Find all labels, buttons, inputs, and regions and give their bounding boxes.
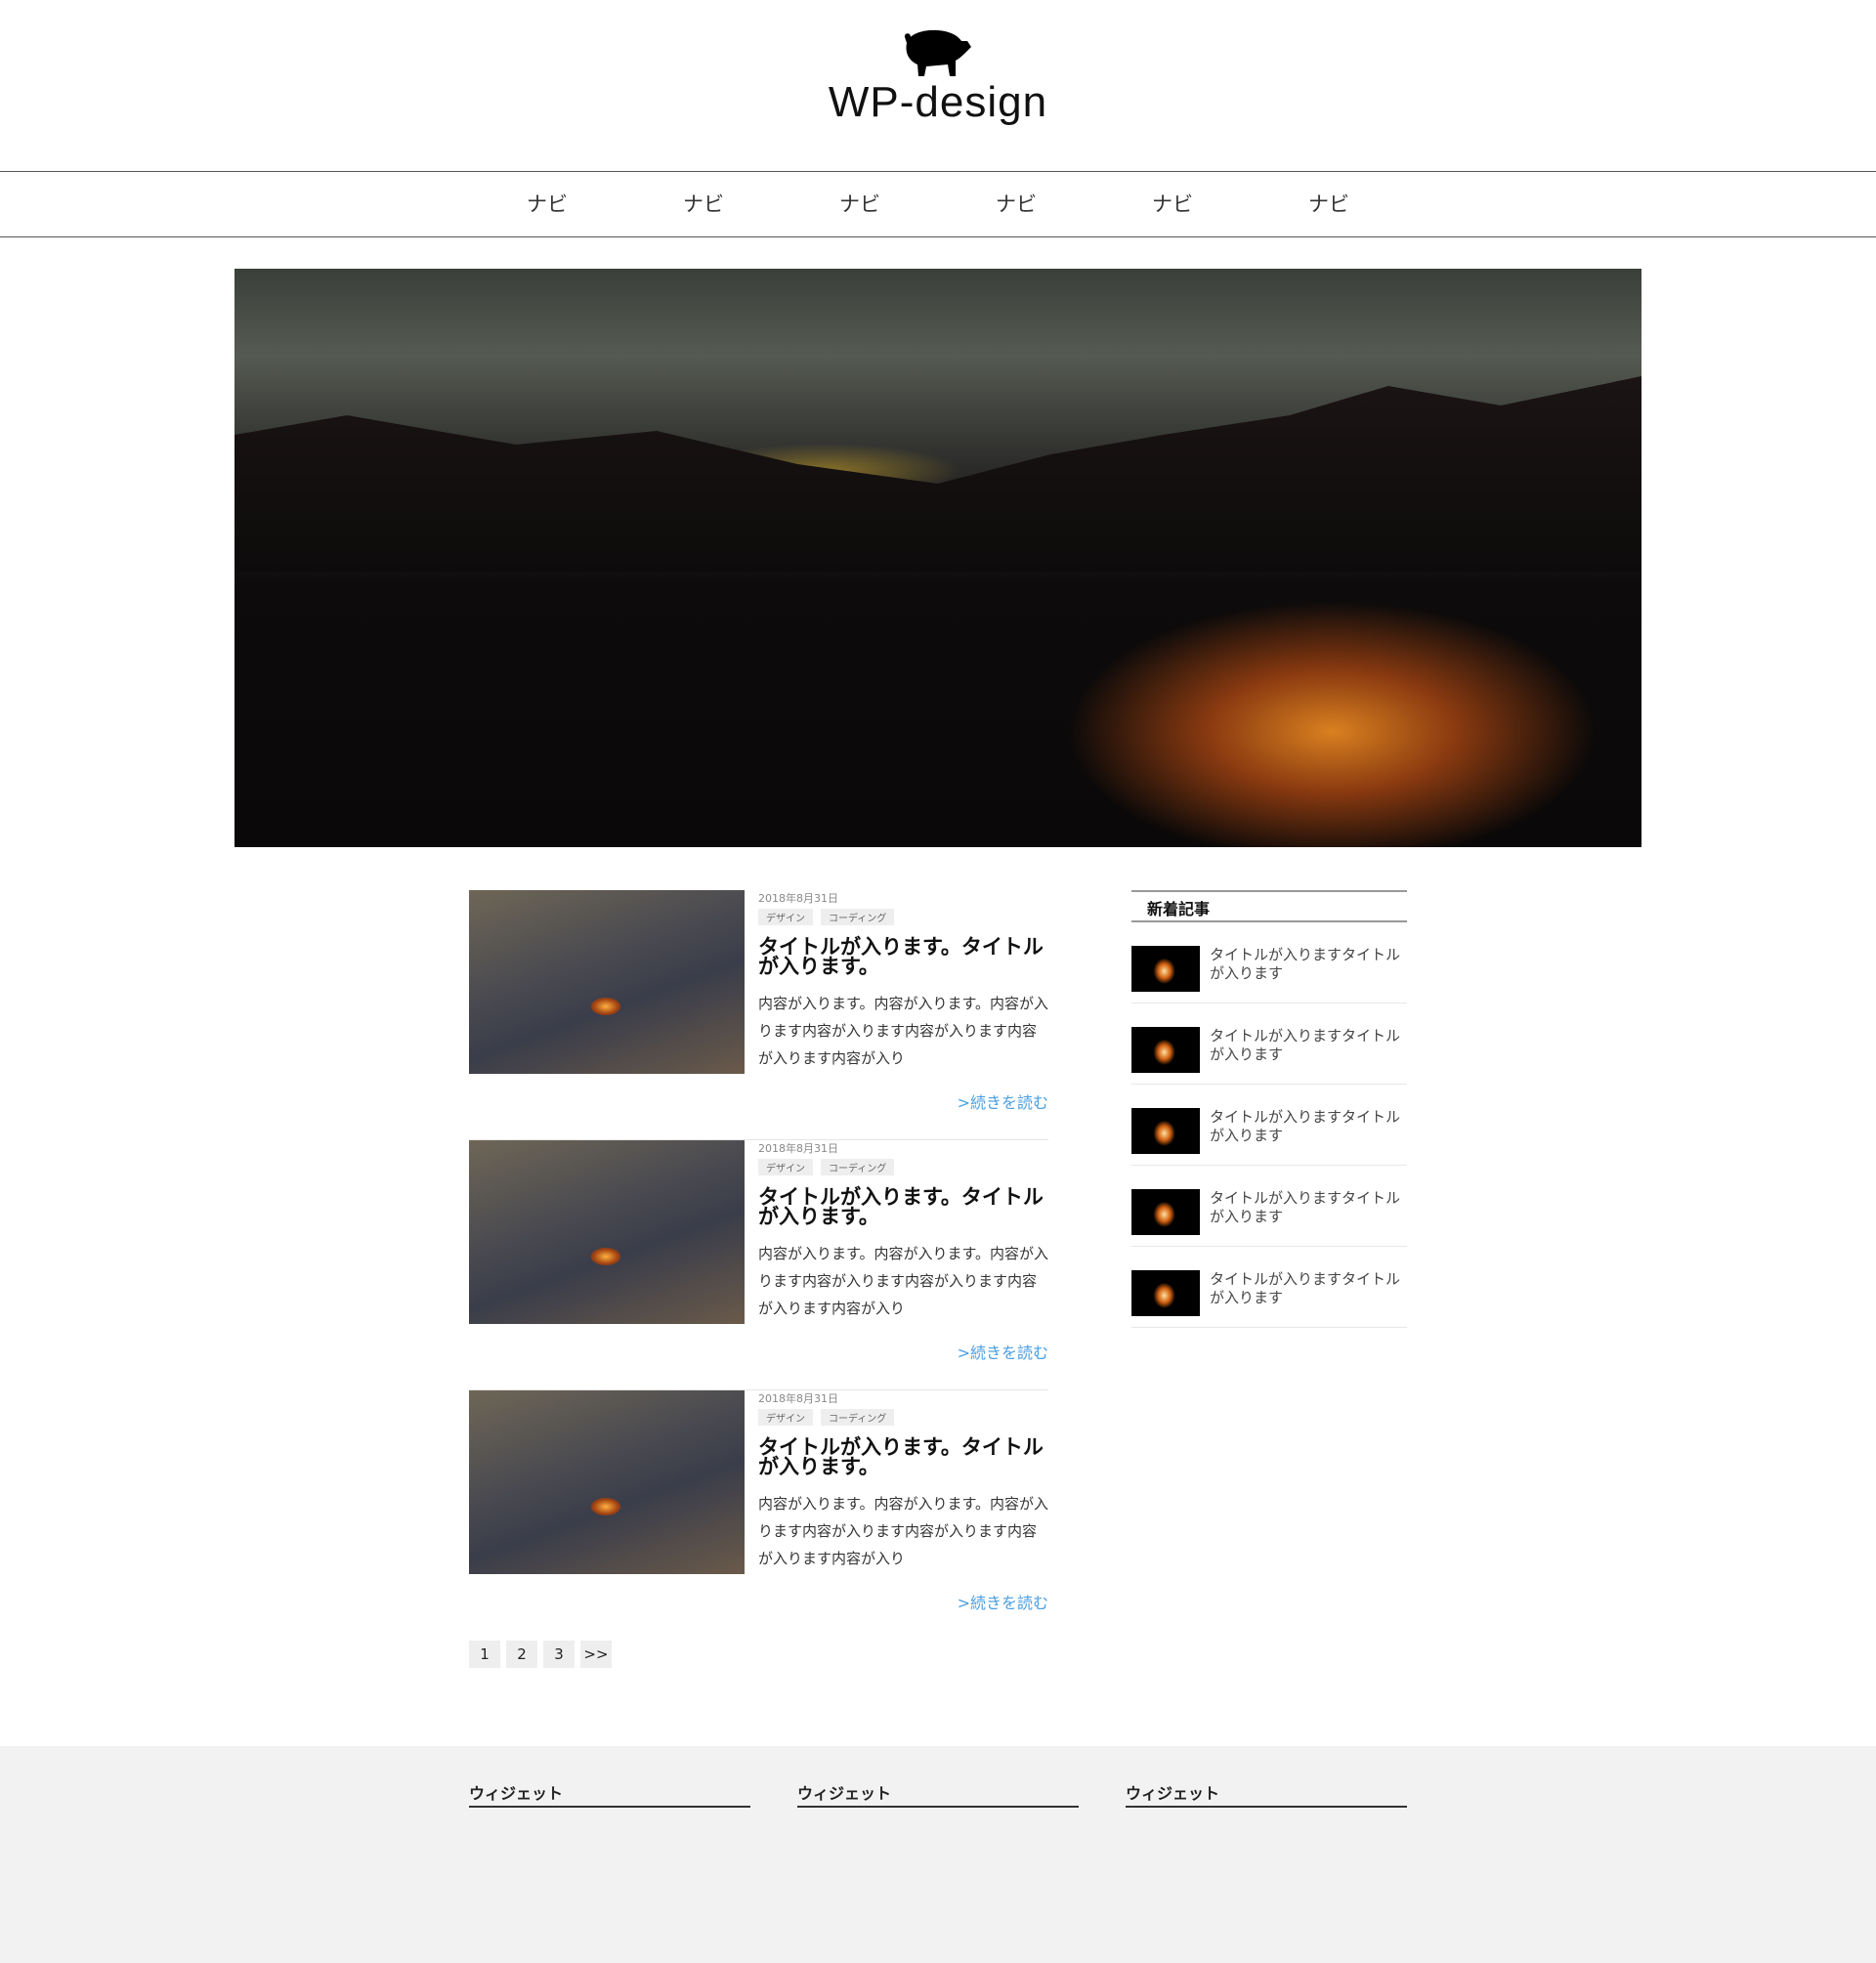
sidebar-recent-posts: 新着記事 タイトルが入りますタイトルが入ります タイトルが入りますタイトルが入り…: [1131, 890, 1407, 1328]
recent-post-item[interactable]: タイトルが入りますタイトルが入ります: [1131, 1247, 1407, 1328]
sidebar-title: 新着記事: [1131, 890, 1407, 922]
site-header: WP-design: [0, 0, 1876, 171]
recent-post-title[interactable]: タイトルが入りますタイトルが入ります: [1210, 1189, 1405, 1246]
recent-post-title[interactable]: タイトルが入りますタイトルが入ります: [1210, 1270, 1405, 1327]
recent-post-title[interactable]: タイトルが入りますタイトルが入ります: [1210, 1108, 1405, 1165]
post-title[interactable]: タイトルが入ります。タイトルが入ります。: [758, 937, 1048, 977]
post-list: 2018年8月31日 デザイン コーディング タイトルが入ります。タイトルが入りま…: [469, 890, 1048, 1668]
post-tag[interactable]: コーディング: [821, 1409, 895, 1426]
nav-item[interactable]: ナビ: [625, 172, 782, 236]
recent-post-thumbnail: [1131, 1189, 1200, 1235]
post-card: 2018年8月31日 デザイン コーディング タイトルが入ります。タイトルが入りま…: [469, 1390, 1048, 1621]
footer-widget-title: ウィジェット: [469, 1780, 750, 1808]
recent-post-thumbnail: [1131, 1108, 1200, 1154]
post-card: 2018年8月31日 デザイン コーディング タイトルが入ります。タイトルが入りま…: [469, 890, 1048, 1140]
hero-image: [234, 269, 1642, 847]
post-tag[interactable]: デザイン: [758, 1159, 813, 1175]
post-tag[interactable]: デザイン: [758, 909, 813, 925]
recent-post-item[interactable]: タイトルが入りますタイトルが入ります: [1131, 1085, 1407, 1166]
page-link[interactable]: 2: [506, 1641, 537, 1668]
footer-widget-title: ウィジェット: [797, 1780, 1079, 1808]
post-date: 2018年8月31日: [758, 1392, 838, 1405]
recent-post-thumbnail: [1131, 1270, 1200, 1316]
post-card: 2018年8月31日 デザイン コーディング タイトルが入ります。タイトルが入りま…: [469, 1140, 1048, 1390]
post-tag[interactable]: コーディング: [821, 1159, 895, 1175]
post-title[interactable]: タイトルが入ります。タイトルが入ります。: [758, 1187, 1048, 1227]
nav-item[interactable]: ナビ: [469, 172, 625, 236]
read-more-link[interactable]: >続きを読む: [958, 1590, 1048, 1613]
recent-post-item[interactable]: タイトルが入りますタイトルが入ります: [1131, 1166, 1407, 1247]
site-logo[interactable]: WP-design: [0, 27, 1876, 127]
recent-post-item[interactable]: タイトルが入りますタイトルが入ります: [1131, 922, 1407, 1003]
hero-mountains: [234, 376, 1642, 572]
read-more-link[interactable]: >続きを読む: [958, 1340, 1048, 1363]
post-thumbnail[interactable]: [469, 1140, 745, 1324]
recent-post-item[interactable]: タイトルが入りますタイトルが入ります: [1131, 1003, 1407, 1085]
post-thumbnail[interactable]: [469, 890, 745, 1074]
post-date: 2018年8月31日: [758, 1142, 838, 1155]
read-more-link[interactable]: >続きを読む: [958, 1089, 1048, 1113]
recent-post-title[interactable]: タイトルが入りますタイトルが入ります: [1210, 946, 1405, 1003]
recent-post-thumbnail: [1131, 946, 1200, 992]
post-tag[interactable]: コーディング: [821, 909, 895, 925]
post-excerpt: 内容が入ります。内容が入ります。内容が入ります内容が入ります内容が入ります内容が…: [758, 1495, 1049, 1567]
post-excerpt: 内容が入ります。内容が入ります。内容が入ります内容が入ります内容が入ります内容が…: [758, 995, 1049, 1067]
next-page-link[interactable]: >>: [580, 1641, 612, 1668]
post-thumbnail[interactable]: [469, 1390, 745, 1574]
pagination: 1 2 3 >>: [469, 1641, 1048, 1668]
footer-widget-title: ウィジェット: [1126, 1780, 1407, 1808]
post-tag[interactable]: デザイン: [758, 1409, 813, 1426]
nav-item[interactable]: ナビ: [782, 172, 938, 236]
site-title: WP-design: [828, 78, 1048, 126]
nav-item[interactable]: ナビ: [1094, 172, 1251, 236]
recent-post-thumbnail: [1131, 1027, 1200, 1073]
page-link[interactable]: 1: [469, 1641, 500, 1668]
recent-post-title[interactable]: タイトルが入りますタイトルが入ります: [1210, 1027, 1405, 1084]
nav-item[interactable]: ナビ: [938, 172, 1094, 236]
page-link[interactable]: 3: [543, 1641, 575, 1668]
global-nav: ナビ ナビ ナビ ナビ ナビ ナビ: [0, 171, 1876, 237]
post-date: 2018年8月31日: [758, 892, 838, 905]
site-footer: ウィジェット ウィジェット ウィジェット: [0, 1746, 1876, 1963]
post-excerpt: 内容が入ります。内容が入ります。内容が入ります内容が入ります内容が入ります内容が…: [758, 1245, 1049, 1317]
nav-item[interactable]: ナビ: [1251, 172, 1407, 236]
post-title[interactable]: タイトルが入ります。タイトルが入ります。: [758, 1437, 1048, 1477]
pig-icon: [904, 29, 971, 76]
